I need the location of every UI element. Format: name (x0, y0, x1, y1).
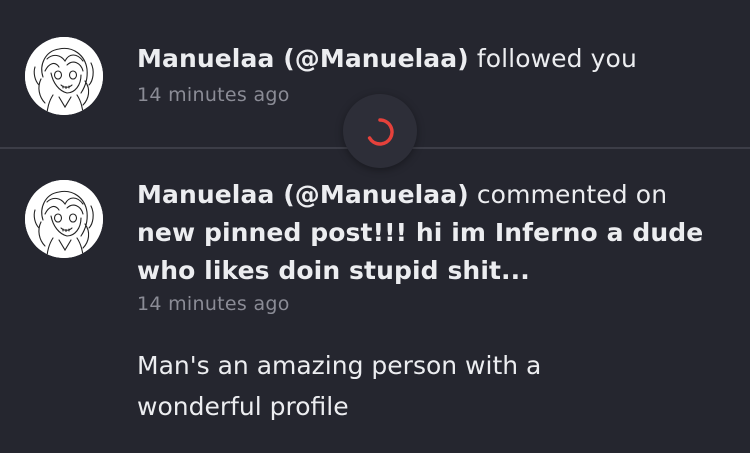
notification-timestamp: 14 minutes ago (137, 84, 290, 106)
notification-headline: Manuelaa (@Manuelaa) commented on new pi… (137, 176, 727, 290)
avatar-sketch-icon (25, 180, 103, 258)
notification-text: Manuelaa (@Manuelaa) followed you 14 min… (137, 40, 727, 108)
notification-action: followed you (468, 44, 637, 73)
user-avatar[interactable] (25, 180, 103, 258)
loading-spinner-icon (367, 118, 394, 146)
notification-action: commented on (468, 180, 668, 209)
notification-timestamp: 14 minutes ago (137, 293, 290, 315)
notification-headline: Manuelaa (@Manuelaa) followed you (137, 40, 727, 78)
user-avatar[interactable] (25, 37, 103, 115)
user-name-link[interactable]: Manuelaa (@Manuelaa) (137, 44, 469, 73)
avatar-sketch-icon (25, 37, 103, 115)
user-name-link[interactable]: Manuelaa (@Manuelaa) (137, 180, 469, 209)
comment-text: Man's an amazing person with a wonderful… (137, 351, 542, 421)
notification-item-comment[interactable]: Manuelaa (@Manuelaa) commented on new pi… (0, 149, 750, 453)
notification-text: Manuelaa (@Manuelaa) commented on new pi… (137, 176, 727, 317)
notifications-page: Manuelaa (@Manuelaa) followed you 14 min… (0, 0, 750, 453)
loading-indicator (343, 94, 417, 168)
post-title-link[interactable]: new pinned post!!! hi im Inferno a dude … (137, 218, 703, 285)
